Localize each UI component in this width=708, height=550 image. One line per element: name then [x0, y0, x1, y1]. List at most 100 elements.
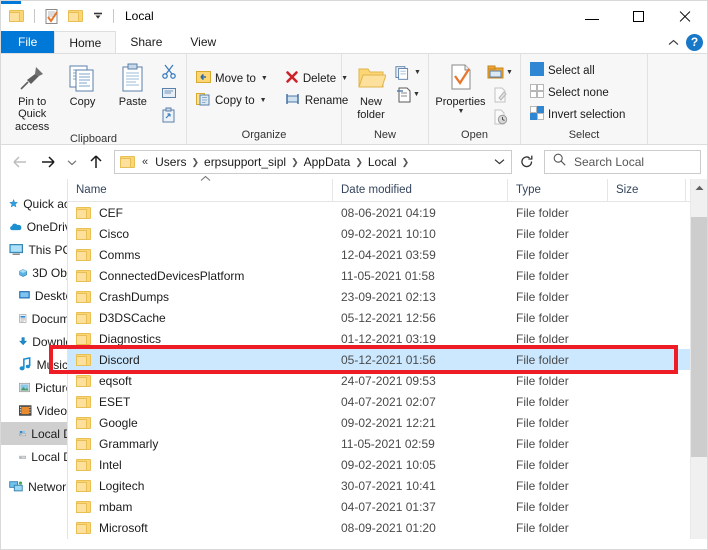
sidebar-item-pictures[interactable]: Pictures: [1, 376, 67, 399]
rename-button[interactable]: Rename: [282, 90, 351, 111]
row-name-cell: mbam: [68, 496, 333, 517]
close-button[interactable]: [661, 1, 707, 31]
search-box[interactable]: Search Local: [544, 150, 701, 174]
select-all-button[interactable]: Select all: [527, 60, 628, 81]
open-caret-icon[interactable]: ▼: [506, 69, 513, 76]
table-row[interactable]: Cisco 09-02-2021 10:10 File folder: [68, 223, 707, 244]
sidebar-item-this-pc[interactable]: This PC: [1, 238, 67, 261]
qat-new-folder-icon[interactable]: [66, 5, 86, 27]
new-item-icon[interactable]: ▼: [394, 62, 422, 83]
copy-path-icon[interactable]: [158, 82, 180, 103]
recent-locations-button[interactable]: [63, 149, 81, 175]
collapse-ribbon-chevron-up-icon[interactable]: [666, 35, 680, 49]
new-item-caret-icon[interactable]: ▼: [414, 69, 421, 76]
refresh-button[interactable]: [514, 150, 540, 174]
breadcrumb-overflow[interactable]: «: [139, 156, 151, 168]
ribbon-group-open-label: Open: [461, 129, 488, 141]
pin-to-quick-access-button[interactable]: Pin to Quick access: [7, 58, 57, 133]
column-header-type[interactable]: Type: [508, 178, 608, 202]
select-all-icon: [530, 62, 544, 79]
breadcrumb-separator-icon[interactable]: ❯: [190, 157, 200, 168]
table-row[interactable]: ConnectedDevicesPlatform 11-05-2021 01:5…: [68, 265, 707, 286]
copy-to-caret-icon[interactable]: ▼: [260, 97, 267, 104]
search-input[interactable]: Search Local: [574, 155, 644, 169]
table-row[interactable]: Intel 09-02-2021 10:05 File folder: [68, 454, 707, 475]
sidebar-item-local-disk-d[interactable]: Local Disk (D:): [1, 445, 67, 468]
sidebar-item-music[interactable]: Music: [1, 353, 67, 376]
sidebar-item-desktop[interactable]: Desktop: [1, 284, 67, 307]
scrollbar-thumb[interactable]: [691, 217, 707, 457]
delete-button[interactable]: Delete ▼: [282, 68, 351, 89]
table-row[interactable]: D3DSCache 05-12-2021 12:56 File folder: [68, 307, 707, 328]
table-row-discord[interactable]: Discord 05-12-2021 01:56 File folder: [68, 349, 707, 370]
sidebar-item-documents[interactable]: Documents: [1, 307, 67, 330]
sidebar-item-quick-access[interactable]: Quick access: [1, 192, 67, 215]
table-row[interactable]: mbam 04-07-2021 01:37 File folder: [68, 496, 707, 517]
maximize-button[interactable]: [615, 1, 661, 31]
table-row[interactable]: Comms 12-04-2021 03:59 File folder: [68, 244, 707, 265]
column-header-size[interactable]: Size: [608, 178, 686, 202]
invert-selection-button[interactable]: Invert selection: [527, 104, 628, 125]
sidebar-item-onedrive[interactable]: OneDrive: [1, 215, 67, 238]
easy-access-caret-icon[interactable]: ▼: [413, 91, 420, 98]
vertical-scrollbar[interactable]: [690, 179, 707, 539]
help-button[interactable]: ?: [686, 33, 703, 51]
sidebar-item-network[interactable]: Network: [1, 475, 67, 498]
table-row[interactable]: eqsoft 24-07-2021 09:53 File folder: [68, 370, 707, 391]
tab-view[interactable]: View: [176, 31, 230, 53]
table-row[interactable]: ESET 04-07-2021 02:07 File folder: [68, 391, 707, 412]
qat-folder-icon[interactable]: [7, 5, 27, 27]
folder-icon: [76, 353, 92, 367]
sidebar-item-3d-objects[interactable]: 3D Objects: [1, 261, 67, 284]
move-to-button[interactable]: Move to ▼: [193, 68, 271, 89]
table-row[interactable]: Logitech 30-07-2021 10:41 File folder: [68, 475, 707, 496]
breadcrumb-separator-icon[interactable]: ❯: [290, 157, 300, 168]
qat-dropdown-icon[interactable]: [90, 5, 106, 27]
open-icon[interactable]: ▼: [486, 62, 514, 83]
scrollbar-up-arrow-icon[interactable]: [691, 179, 707, 196]
sidebar-item-downloads[interactable]: Downloads: [1, 330, 67, 353]
address-bar[interactable]: « Users ❯ erpsupport_sipl ❯ AppData ❯ Lo…: [114, 150, 512, 174]
paste-shortcut-icon[interactable]: [158, 104, 180, 125]
table-row[interactable]: Microsoft 08-09-2021 01:20 File folder: [68, 517, 707, 538]
minimize-button[interactable]: [569, 1, 615, 31]
select-none-button[interactable]: Select none: [527, 82, 628, 103]
row-name: Intel: [99, 457, 122, 472]
move-to-caret-icon[interactable]: ▼: [261, 75, 268, 82]
sidebar-item-local-disk-c[interactable]: Local Disk (C:): [1, 422, 67, 445]
column-header-name[interactable]: Name: [68, 175, 333, 202]
copy-to-button[interactable]: Copy to ▼: [193, 90, 271, 111]
forward-button[interactable]: [35, 149, 61, 175]
tab-share[interactable]: Share: [116, 31, 176, 53]
new-folder-button[interactable]: New folder: [348, 58, 394, 121]
table-row[interactable]: CrashDumps 23-09-2021 02:13 File folder: [68, 286, 707, 307]
table-row[interactable]: CEF 08-06-2021 04:19 File folder: [68, 202, 707, 223]
sidebar-item-videos[interactable]: Videos: [1, 399, 67, 422]
tab-file[interactable]: File: [1, 31, 55, 53]
table-row[interactable]: Diagnostics 01-12-2021 03:19 File folder: [68, 328, 707, 349]
address-dropdown-chevron-down-icon[interactable]: [489, 157, 509, 168]
qat-properties-icon[interactable]: [42, 5, 62, 27]
tab-home[interactable]: Home: [54, 31, 117, 53]
easy-access-icon[interactable]: ▼: [394, 84, 422, 105]
breadcrumb-separator-icon[interactable]: ❯: [401, 157, 411, 168]
folder-icon: [76, 332, 92, 346]
properties-caret-icon[interactable]: ▼: [458, 108, 465, 115]
breadcrumb-item-erpsupport-sipl[interactable]: erpsupport_sipl: [200, 155, 290, 169]
breadcrumb-item-users[interactable]: Users: [151, 155, 190, 169]
table-row[interactable]: Grammarly 11-05-2021 02:59 File folder: [68, 433, 707, 454]
table-row[interactable]: Google 09-02-2021 12:21 File folder: [68, 412, 707, 433]
breadcrumb-item-appdata[interactable]: AppData: [300, 155, 355, 169]
this-pc-icon: [9, 244, 24, 256]
breadcrumb-item-local[interactable]: Local: [364, 155, 401, 169]
paste-button[interactable]: Paste: [108, 58, 158, 108]
history-icon[interactable]: [486, 106, 514, 127]
edit-icon[interactable]: [486, 84, 514, 105]
column-header-date-modified[interactable]: Date modified: [333, 178, 508, 202]
properties-button[interactable]: Properties ▼: [435, 58, 486, 115]
up-button[interactable]: [83, 149, 109, 175]
breadcrumb-separator-icon[interactable]: ❯: [354, 157, 364, 168]
back-button[interactable]: [7, 149, 33, 175]
cut-icon[interactable]: [158, 60, 180, 81]
copy-button[interactable]: Copy: [57, 58, 107, 108]
